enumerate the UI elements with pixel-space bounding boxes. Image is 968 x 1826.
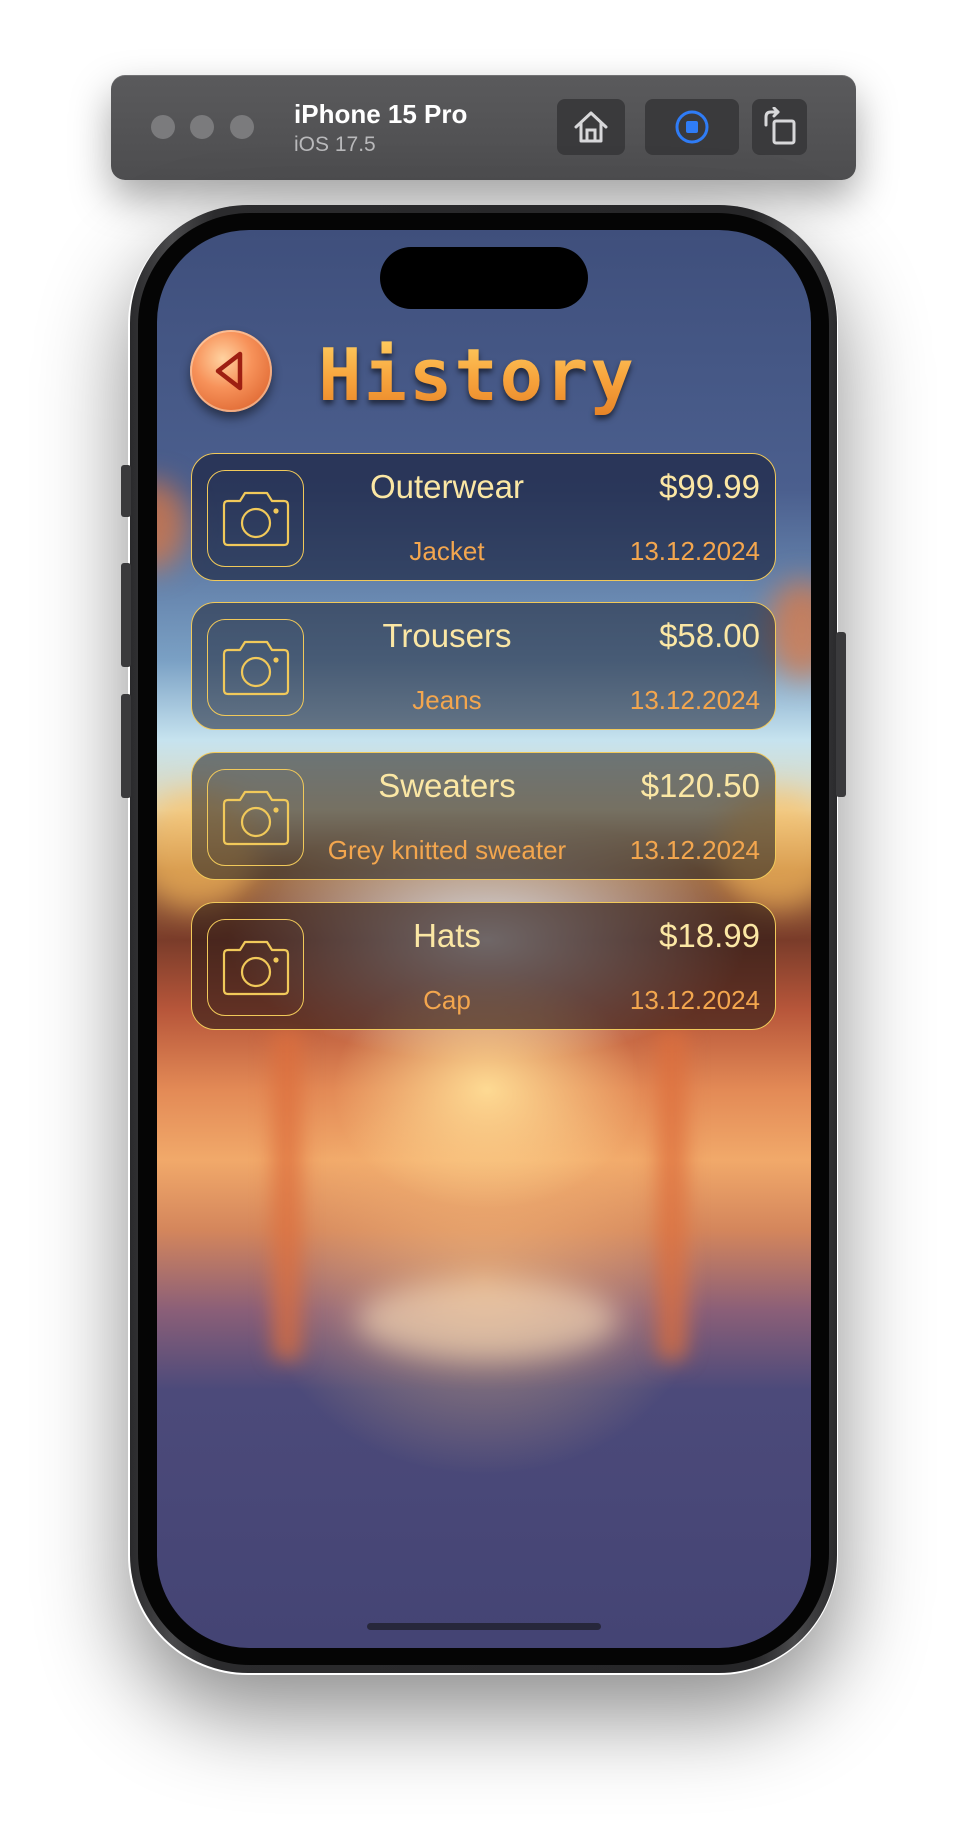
os-version: iOS 17.5 (294, 133, 376, 156)
simulator-toolbar: iPhone 15 Pro iOS 17.5 (111, 75, 856, 180)
floor-glow (357, 1280, 617, 1360)
back-triangle-icon (215, 351, 243, 391)
item-price: $120.50 (640, 767, 760, 804)
item-name: Jacket (409, 536, 485, 566)
item-name: Cap (423, 985, 471, 1015)
item-date: 13.12.2024 (629, 536, 760, 566)
home-indicator[interactable] (367, 1623, 601, 1630)
volume-up-button[interactable] (121, 563, 131, 667)
power-button[interactable] (836, 632, 846, 797)
dynamic-island (380, 247, 588, 309)
history-item[interactable]: Hats $18.99 Cap 13.12.2024 (191, 902, 776, 1030)
item-price: $58.00 (659, 617, 760, 654)
photo-placeholder[interactable] (207, 619, 304, 716)
rotate-icon (764, 107, 795, 145)
history-item[interactable]: Trousers $58.00 Jeans 13.12.2024 (191, 602, 776, 730)
item-date: 13.12.2024 (629, 685, 760, 715)
action-button[interactable] (121, 465, 131, 517)
rotate-button[interactable] (752, 99, 807, 155)
home-button[interactable] (557, 99, 625, 155)
item-category: Hats (413, 917, 481, 954)
item-category: Sweaters (378, 767, 516, 804)
history-item[interactable]: Outerwear $99.99 Jacket 13.12.2024 (191, 453, 776, 581)
page-title: History (307, 330, 647, 420)
window-minimize-dot[interactable] (190, 115, 214, 139)
lantern-left-glow (157, 480, 187, 570)
history-item[interactable]: Sweaters $120.50 Grey knitted sweater 13… (191, 752, 776, 880)
item-price: $18.99 (659, 917, 760, 954)
device-name: iPhone 15 Pro (294, 99, 468, 129)
camera-icon (222, 640, 289, 695)
app-screen: History Outerwear $99.99 Jacket 13.12.20… (157, 230, 811, 1648)
camera-icon (222, 491, 289, 546)
item-category: Trousers (382, 617, 512, 654)
pillar-left (272, 1030, 302, 1360)
camera-icon (222, 940, 289, 995)
record-button[interactable] (645, 99, 739, 155)
photo-placeholder[interactable] (207, 470, 304, 567)
photo-placeholder[interactable] (207, 769, 304, 866)
home-icon (574, 111, 608, 143)
volume-down-button[interactable] (121, 694, 131, 798)
photo-placeholder[interactable] (207, 919, 304, 1016)
pillar-right (657, 1030, 687, 1360)
back-button[interactable] (190, 330, 272, 412)
item-name: Jeans (412, 685, 482, 715)
camera-icon (222, 790, 289, 845)
window-close-dot[interactable] (151, 115, 175, 139)
item-name: Grey knitted sweater (327, 835, 567, 865)
window-zoom-dot[interactable] (230, 115, 254, 139)
record-icon (675, 110, 709, 144)
item-date: 13.12.2024 (629, 835, 760, 865)
item-date: 13.12.2024 (629, 985, 760, 1015)
item-category: Outerwear (369, 468, 525, 505)
item-price: $99.99 (659, 468, 760, 505)
simulator-stage: iPhone 15 Pro iOS 17.5 History Outerwear… (0, 0, 968, 1826)
